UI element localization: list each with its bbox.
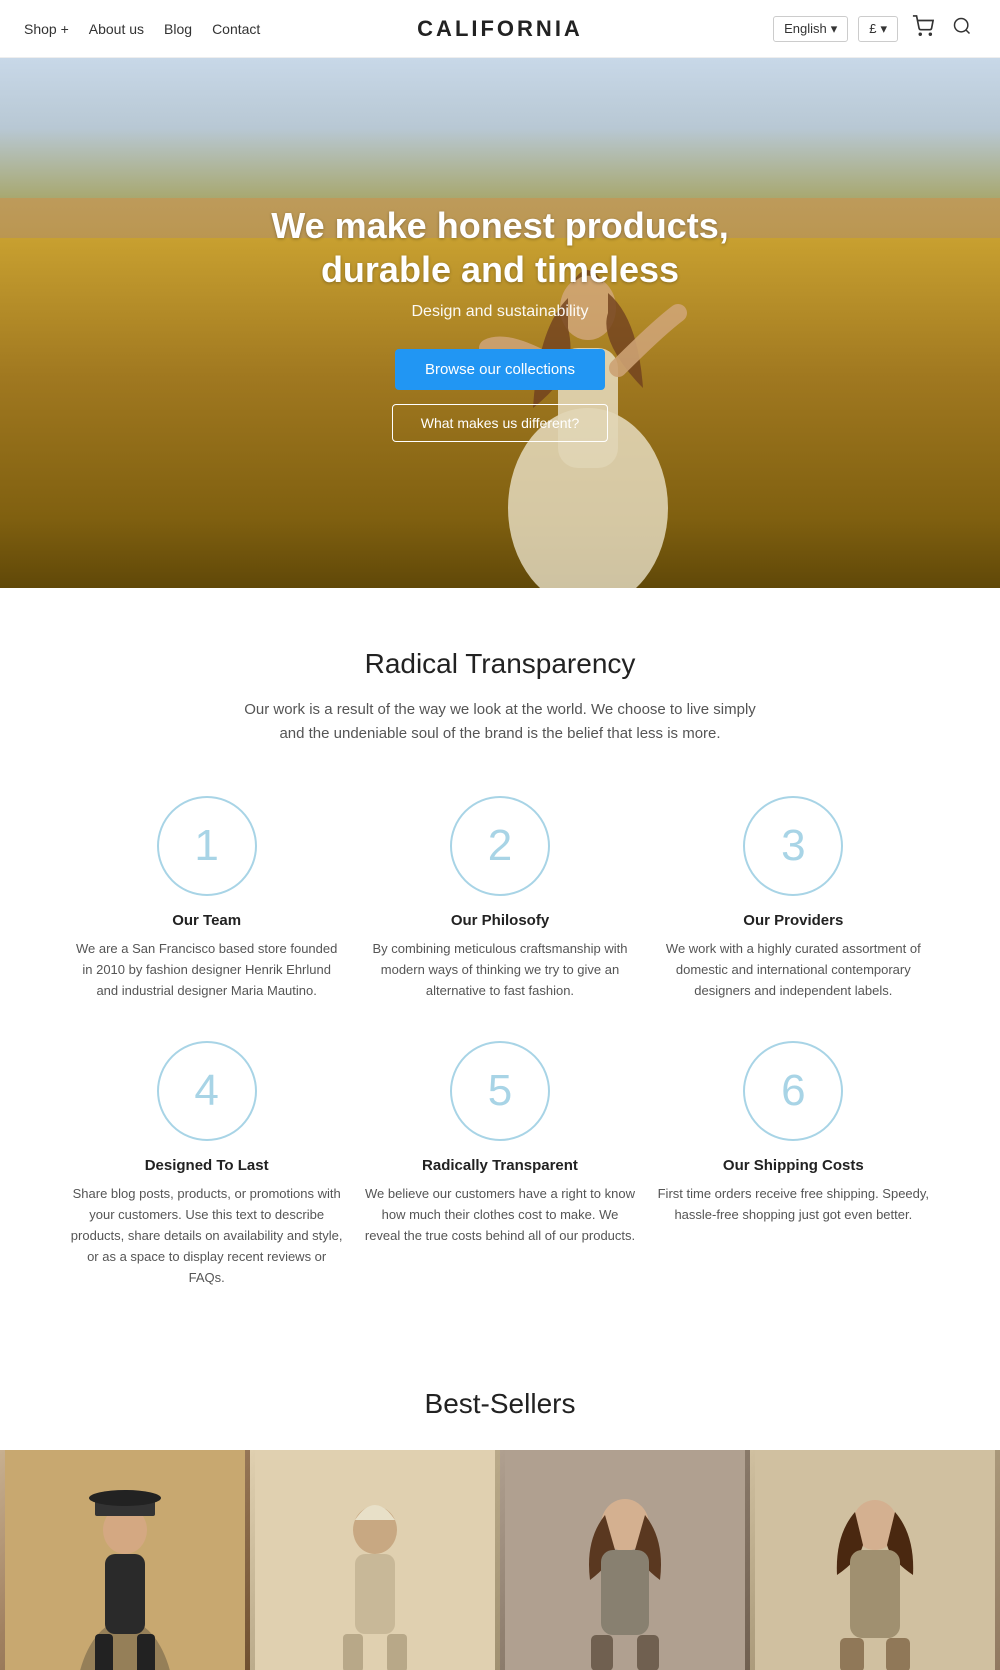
nav-right: English ▾ £ ▾ bbox=[773, 11, 976, 46]
feature-item-4: 4 Designed To Last Share blog posts, pro… bbox=[70, 1041, 343, 1288]
feature-title-6: Our Shipping Costs bbox=[657, 1157, 930, 1174]
hero-title: We make honest products,durable and time… bbox=[271, 204, 728, 290]
search-button[interactable] bbox=[948, 12, 976, 45]
language-selector[interactable]: English ▾ bbox=[773, 16, 848, 42]
feature-circle-2: 2 bbox=[450, 796, 550, 896]
feature-item-1: 1 Our Team We are a San Francisco based … bbox=[70, 796, 343, 1001]
transparency-desc: Our work is a result of the way we look … bbox=[240, 698, 760, 746]
feature-desc-6: First time orders receive free shipping.… bbox=[657, 1184, 930, 1226]
product-card-3[interactable] bbox=[500, 1450, 750, 1670]
product-image-1 bbox=[0, 1450, 250, 1670]
product-card-1[interactable] bbox=[0, 1450, 250, 1670]
nav-shop[interactable]: Shop + bbox=[24, 21, 69, 37]
site-logo[interactable]: CALIFORNIA bbox=[417, 16, 583, 42]
feature-title-1: Our Team bbox=[70, 912, 343, 929]
feature-item-3: 3 Our Providers We work with a highly cu… bbox=[657, 796, 930, 1001]
feature-item-2: 2 Our Philosofy By combining meticulous … bbox=[363, 796, 636, 1001]
bestsellers-section: Best-Sellers bbox=[0, 1328, 1000, 1670]
currency-selector[interactable]: £ ▾ bbox=[858, 16, 898, 42]
feature-desc-5: We believe our customers have a right to… bbox=[363, 1184, 636, 1246]
product-card-4[interactable] bbox=[750, 1450, 1000, 1670]
feature-title-2: Our Philosofy bbox=[363, 912, 636, 929]
feature-circle-3: 3 bbox=[743, 796, 843, 896]
feature-desc-4: Share blog posts, products, or promotion… bbox=[70, 1184, 343, 1288]
product-card-2[interactable] bbox=[250, 1450, 500, 1670]
feature-desc-3: We work with a highly curated assortment… bbox=[657, 939, 930, 1001]
navigation: Shop + About us Blog Contact CALIFORNIA … bbox=[0, 0, 1000, 58]
bestsellers-heading: Best-Sellers bbox=[0, 1388, 1000, 1420]
hero-content: We make honest products,durable and time… bbox=[271, 204, 728, 441]
chevron-down-icon: ▾ bbox=[831, 21, 838, 37]
feature-item-6: 6 Our Shipping Costs First time orders r… bbox=[657, 1041, 930, 1288]
feature-circle-6: 6 bbox=[743, 1041, 843, 1141]
feature-title-4: Designed To Last bbox=[70, 1157, 343, 1174]
hero-subtitle: Design and sustainability bbox=[271, 303, 728, 321]
products-row bbox=[0, 1450, 1000, 1670]
product-image-4 bbox=[750, 1450, 1000, 1670]
product-image-2 bbox=[250, 1450, 500, 1670]
cart-button[interactable] bbox=[908, 11, 938, 46]
transparency-heading: Radical Transparency bbox=[60, 648, 940, 680]
feature-circle-4: 4 bbox=[157, 1041, 257, 1141]
hero-section: We make honest products,durable and time… bbox=[0, 58, 1000, 588]
feature-title-3: Our Providers bbox=[657, 912, 930, 929]
feature-circle-1: 1 bbox=[157, 796, 257, 896]
nav-blog[interactable]: Blog bbox=[164, 21, 192, 37]
chevron-down-icon: ▾ bbox=[880, 21, 887, 37]
what-makes-us-button[interactable]: What makes us different? bbox=[392, 404, 608, 442]
feature-desc-2: By combining meticulous craftsmanship wi… bbox=[363, 939, 636, 1001]
product-image-3 bbox=[500, 1450, 750, 1670]
transparency-section: Radical Transparency Our work is a resul… bbox=[0, 588, 1000, 1328]
nav-about[interactable]: About us bbox=[89, 21, 144, 37]
nav-contact[interactable]: Contact bbox=[212, 21, 260, 37]
feature-title-5: Radically Transparent bbox=[363, 1157, 636, 1174]
feature-desc-1: We are a San Francisco based store found… bbox=[70, 939, 343, 1001]
features-grid: 1 Our Team We are a San Francisco based … bbox=[60, 796, 940, 1288]
feature-circle-5: 5 bbox=[450, 1041, 550, 1141]
nav-left: Shop + About us Blog Contact bbox=[24, 21, 260, 37]
browse-collections-button[interactable]: Browse our collections bbox=[395, 349, 605, 390]
feature-item-5: 5 Radically Transparent We believe our c… bbox=[363, 1041, 636, 1288]
